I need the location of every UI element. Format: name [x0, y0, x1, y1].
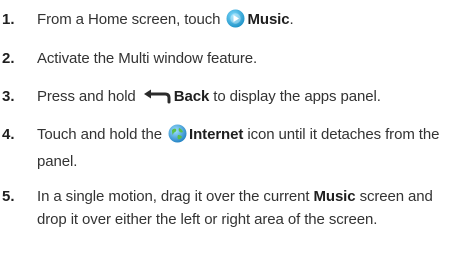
- step-number: 2.: [2, 50, 15, 67]
- step-text: Touch and hold the Internet icon until i…: [37, 123, 459, 173]
- step-text-before: Touch and hold the: [37, 126, 167, 143]
- step-text-after: to display the apps panel.: [209, 88, 381, 105]
- step-number: 3.: [2, 88, 15, 105]
- step-number: 5.: [2, 188, 15, 205]
- internet-globe-icon: [168, 124, 187, 150]
- instruction-steps: 1. From a Home screen, touch Music. 2. A…: [0, 0, 464, 266]
- step-text: From a Home screen, touch Music.: [37, 8, 459, 35]
- step-number: 4.: [2, 126, 15, 143]
- step-bold-label: Internet: [189, 126, 244, 143]
- step-text: In a single motion, drag it over the cur…: [37, 185, 459, 231]
- back-arrow-icon: [142, 89, 172, 112]
- step-bold-label: Music: [313, 188, 356, 205]
- step-text-after: .: [289, 11, 294, 28]
- step-text: Activate the Multi window feature.: [37, 50, 258, 67]
- step-text-before: From a Home screen, touch: [37, 11, 225, 28]
- music-app-icon: [226, 9, 245, 35]
- step-text-before: Press and hold: [37, 88, 140, 105]
- step-text-before: In a single motion, drag it over the cur…: [37, 188, 314, 205]
- step-bold-label: Music: [247, 11, 290, 28]
- step-text: Press and hold Back to display the apps …: [37, 85, 459, 112]
- step-number: 1.: [2, 11, 15, 28]
- step-bold-label: Back: [173, 88, 210, 105]
